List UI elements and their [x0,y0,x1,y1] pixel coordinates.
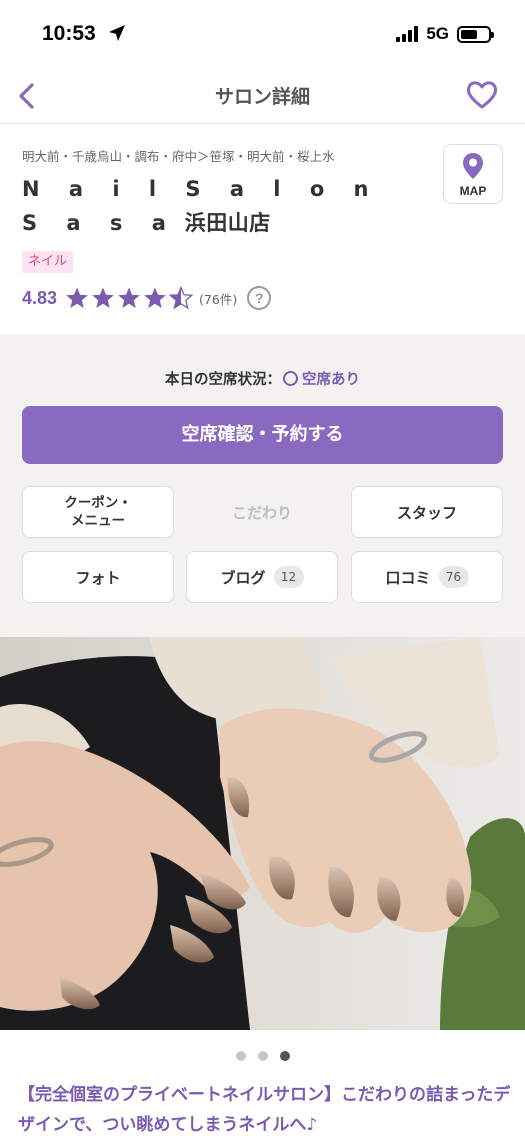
reviews-count-badge: 76 [438,566,469,588]
battery-icon [457,25,494,43]
rating-stars [65,286,194,310]
help-icon[interactable]: ? [247,286,272,310]
rating: 4.83 (76件) ? [22,286,272,310]
star-icon [66,287,88,308]
kodawari-label: こだわり [231,503,292,522]
nail-photo [0,637,525,1030]
blog-label: ブログ [220,568,266,587]
salon-name: N a i l S a l o n S a s a 浜田山店 [22,172,422,240]
salon-photo-carousel[interactable] [0,637,525,1030]
blog-button[interactable]: ブログ 12 [186,551,338,603]
map-label: MAP [459,184,487,198]
availability-value: 空席あり [302,372,360,388]
map-button[interactable]: MAP [443,144,503,204]
booking-section: 本日の空席状況： 空席あり 空席確認・予約する クーポン・ メニュー こだわり ス… [0,334,525,637]
star-icon [92,287,114,308]
network-type: 5G [426,24,449,43]
carousel-dot-active[interactable] [279,1051,290,1061]
review-count: (76件) [199,291,238,307]
status-indicators: 5G [396,24,494,44]
status-bar: 10:53 5G [0,0,525,68]
availability-status: 本日の空席状況： 空席あり [0,368,525,389]
kodawari-button: こだわり [186,486,338,538]
map-pin-icon [463,153,483,179]
star-icon [144,287,166,308]
area-breadcrumb: 明大前・千歳烏山・調布・府中＞笹塚・明大前・桜上水 [22,149,335,164]
category-tag: ネイル [22,251,74,273]
reserve-button[interactable]: 空席確認・予約する [22,406,503,464]
reviews-label: 口コミ [385,568,431,587]
page-title: サロン詳細 [214,86,310,108]
carousel-indicator [0,1051,525,1061]
circle-icon [283,371,298,386]
carousel-dot[interactable] [235,1051,246,1061]
staff-label: スタッフ [396,503,457,522]
photo-button[interactable]: フォト [22,551,174,603]
star-half-icon [169,286,194,310]
carousel-dot[interactable] [257,1051,268,1061]
coupon-menu-label-line1: クーポン・ [64,495,132,511]
signal-icon [396,26,419,42]
staff-button[interactable]: スタッフ [351,486,503,538]
photo-label: フォト [75,568,121,587]
coupon-menu-button[interactable]: クーポン・ メニュー [22,486,174,538]
availability-label: 本日の空席状況： [165,372,281,388]
rating-value: 4.83 [22,287,58,308]
salon-catchphrase: 【完全個室のプライベートネイルサロン】こだわりの詰まったデザインで、つい眺めてし… [18,1085,511,1135]
nav-header: サロン詳細 [0,68,525,124]
coupon-menu-label-line2: メニュー [71,513,125,529]
reviews-button[interactable]: 口コミ 76 [351,551,503,603]
star-icon [118,287,140,308]
heart-icon [466,81,498,109]
favorite-button[interactable] [465,78,499,112]
salon-info: 明大前・千歳烏山・調布・府中＞笹塚・明大前・桜上水 N a i l S a l … [0,124,525,334]
salon-name-branch: 浜田山店 [176,211,271,235]
location-arrow-icon [108,24,126,46]
status-time: 10:53 [42,22,96,45]
blog-count-badge: 12 [273,566,304,588]
